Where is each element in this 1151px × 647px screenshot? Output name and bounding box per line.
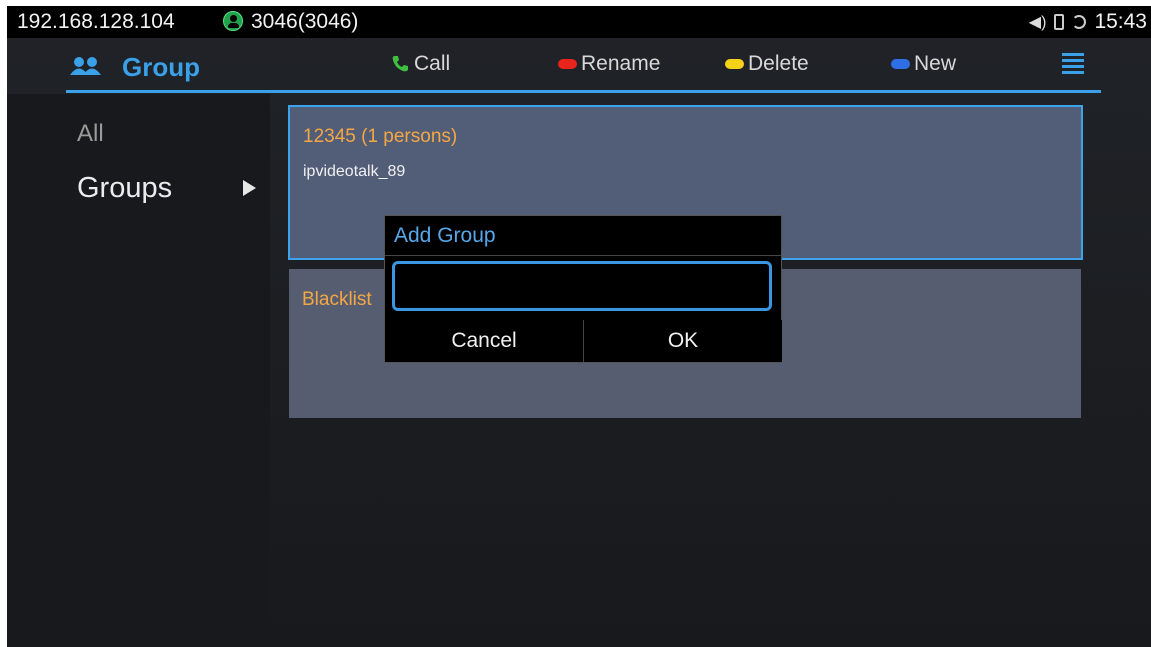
device-screen: 192.168.128.104 3046(3046) ◀) 15:43 Grou… [7, 6, 1151, 647]
contacts-group-icon [70, 57, 101, 75]
group-title: Blacklist [302, 289, 372, 310]
ok-button[interactable]: OK [583, 320, 782, 362]
selection-arrow-icon [243, 180, 256, 196]
volume-icon: ◀) [1028, 14, 1047, 31]
new-label: New [914, 52, 957, 75]
account-label: 3046(3046) [251, 10, 359, 33]
rename-label: Rename [581, 52, 661, 75]
menu-icon[interactable] [1062, 53, 1084, 74]
group-member: ipvideotalk_89 [303, 163, 406, 180]
add-group-dialog: Add Group Cancel OK [384, 215, 782, 363]
new-button[interactable]: New [891, 52, 956, 76]
blue-key-icon [891, 59, 910, 69]
sync-icon [1072, 15, 1087, 29]
header-divider [66, 90, 1101, 93]
rename-button[interactable]: Rename [558, 52, 660, 76]
sidebar-item-groups[interactable]: Groups [77, 172, 172, 205]
red-key-icon [558, 59, 577, 69]
phone-icon [392, 56, 408, 72]
delete-button[interactable]: Delete [725, 52, 809, 76]
call-label: Call [414, 52, 451, 75]
clock: 15:43 [1094, 10, 1147, 33]
yellow-key-icon [725, 59, 744, 69]
dialog-divider [385, 255, 781, 256]
cancel-button[interactable]: Cancel [385, 320, 583, 362]
sim-icon [1054, 14, 1065, 30]
group-title: 12345 (1 persons) [303, 126, 458, 147]
sidebar: All Groups [7, 94, 270, 647]
status-icons: ◀) 15:43 [1029, 10, 1147, 34]
dialog-title: Add Group [394, 224, 496, 247]
call-button[interactable]: Call [390, 52, 450, 76]
delete-label: Delete [748, 52, 809, 75]
sidebar-item-all[interactable]: All [77, 120, 104, 148]
action-bar: Group Call Rename Delete New [7, 38, 1151, 90]
account-status-icon [223, 11, 243, 31]
ip-address: 192.168.128.104 [17, 10, 175, 33]
group-name-input[interactable] [392, 261, 772, 311]
page-title: Group [122, 52, 200, 82]
status-bar: 192.168.128.104 3046(3046) ◀) 15:43 [7, 6, 1151, 38]
